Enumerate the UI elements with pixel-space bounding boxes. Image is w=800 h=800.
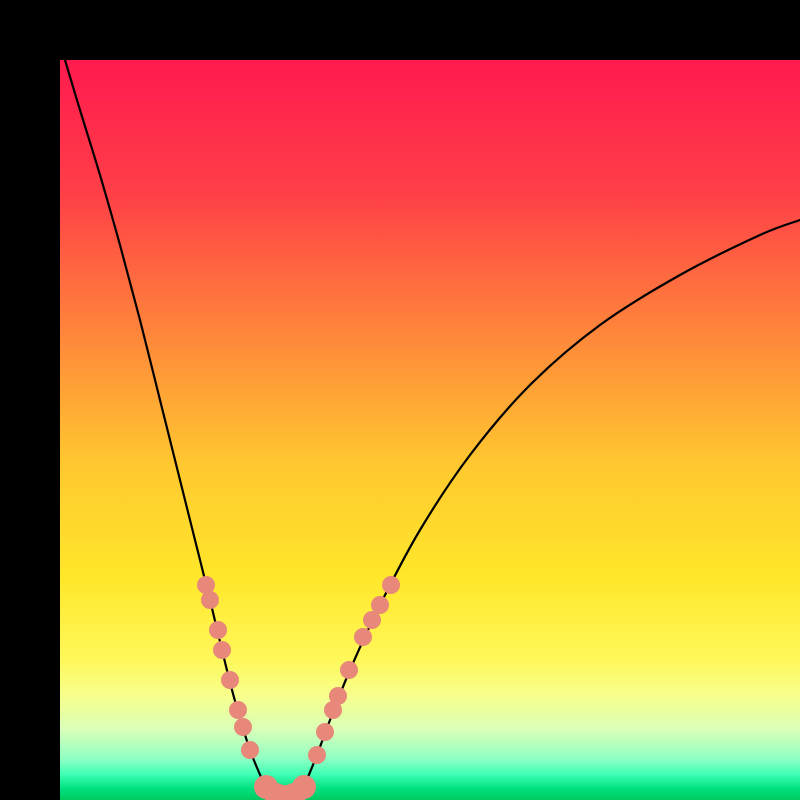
marker-dot xyxy=(316,723,334,741)
plot-area xyxy=(60,60,800,800)
marker-dot xyxy=(340,661,358,679)
marker-dot xyxy=(213,641,231,659)
marker-dot xyxy=(241,741,259,759)
marker-dot xyxy=(371,596,389,614)
marker-dot xyxy=(329,687,347,705)
marker-dot xyxy=(234,718,252,736)
marker-dot xyxy=(201,591,219,609)
marker-dot xyxy=(354,628,372,646)
marker-dot xyxy=(209,621,227,639)
marker-dot xyxy=(229,701,247,719)
marker-dot xyxy=(292,775,316,799)
bottleneck-curve xyxy=(60,60,800,800)
marker-dot xyxy=(308,746,326,764)
marker-dot xyxy=(382,576,400,594)
chart-frame xyxy=(0,0,800,800)
marker-dot xyxy=(221,671,239,689)
